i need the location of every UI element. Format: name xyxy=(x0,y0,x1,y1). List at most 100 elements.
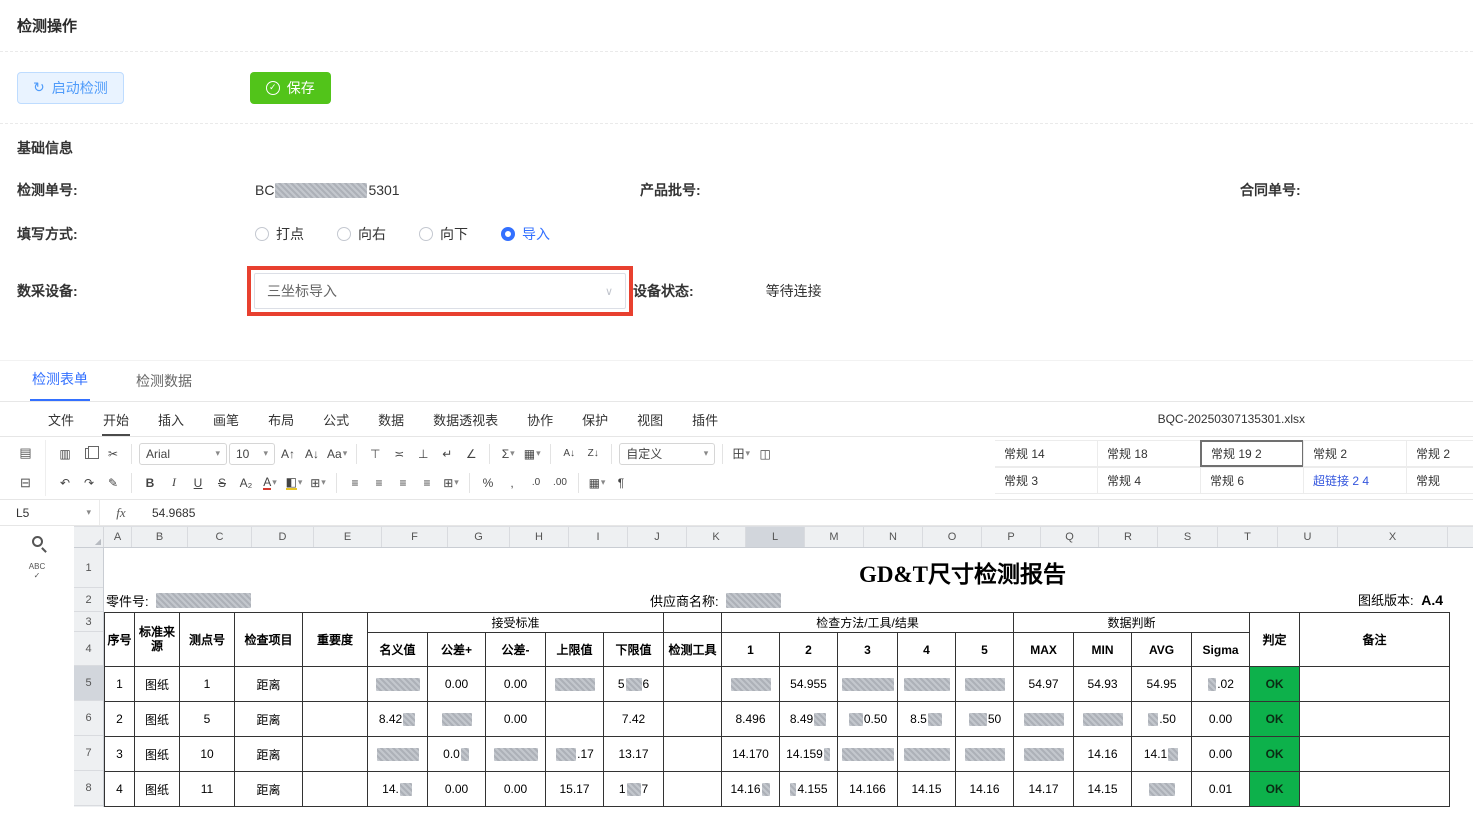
align-right-icon[interactable]: ≡ xyxy=(392,472,414,494)
radio-向右[interactable]: 向右 xyxy=(337,224,386,244)
menu-item-开始[interactable]: 开始 xyxy=(102,403,131,436)
column-header-D[interactable]: D xyxy=(252,527,314,547)
cell[interactable]: 17 xyxy=(603,771,664,807)
cell[interactable]: 8.5 xyxy=(897,701,956,737)
column-header-J[interactable]: J xyxy=(628,527,687,547)
cell[interactable] xyxy=(1299,771,1451,807)
cell[interactable]: 7.42 xyxy=(603,701,664,737)
font-size-select[interactable]: 10 ▾ xyxy=(229,442,275,465)
header-cell[interactable]: 序号 xyxy=(104,612,135,667)
row-header-2[interactable]: 2 xyxy=(74,588,103,612)
cell[interactable]: 4.155 xyxy=(779,771,838,807)
header-group-judge[interactable]: 数据判断 xyxy=(1013,612,1251,633)
table-style-icon[interactable]: ▦ ▾ xyxy=(586,472,608,494)
cell[interactable]: 14.16 xyxy=(1073,736,1133,772)
cell[interactable]: 0.00 xyxy=(427,771,486,807)
sort-desc-icon[interactable]: Z↓ xyxy=(582,443,604,465)
menu-item-插入[interactable]: 插入 xyxy=(157,403,185,436)
borders-icon[interactable]: ⊞ ▾ xyxy=(307,472,329,494)
header-cell[interactable]: Sigma xyxy=(1191,632,1251,667)
radio-向下[interactable]: 向下 xyxy=(419,224,468,244)
font-color-icon[interactable]: A ▾ xyxy=(259,472,281,494)
cell[interactable]: 54.93 xyxy=(1073,666,1133,702)
cell[interactable] xyxy=(663,736,722,772)
header-cell[interactable]: 检查项目 xyxy=(234,612,303,667)
row-header-8[interactable]: 8 xyxy=(74,771,103,806)
cell[interactable]: 14.15 xyxy=(1073,771,1133,807)
align-center-icon[interactable]: ≡ xyxy=(368,472,390,494)
menu-item-视图[interactable]: 视图 xyxy=(636,403,664,436)
cell[interactable] xyxy=(721,666,780,702)
cell[interactable]: 距离 xyxy=(234,736,303,772)
menu-item-协作[interactable]: 协作 xyxy=(526,403,554,436)
radio-导入[interactable]: 导入 xyxy=(501,224,550,244)
format-painter-icon[interactable]: ✎ xyxy=(102,472,124,494)
header-cell[interactable]: 名义值 xyxy=(367,632,428,667)
header-cell[interactable]: 5 xyxy=(954,632,1015,667)
start-detection-button[interactable]: ↻ 启动检测 xyxy=(17,71,124,104)
save-button[interactable]: ✓ 保存 xyxy=(249,71,331,104)
column-header-T[interactable]: T xyxy=(1218,527,1278,547)
print-icon[interactable]: ⊟ xyxy=(15,472,37,494)
column-header-S[interactable]: S xyxy=(1158,527,1218,547)
cell[interactable] xyxy=(837,736,898,772)
copy-icon[interactable] xyxy=(78,443,100,465)
cell[interactable]: .50 xyxy=(1131,701,1193,737)
cell[interactable]: 4 xyxy=(104,771,135,807)
cell[interactable] xyxy=(427,701,486,737)
cell[interactable]: 0.0 xyxy=(427,736,486,772)
menu-item-插件[interactable]: 插件 xyxy=(691,403,719,436)
font-bigger-icon[interactable]: A↑ xyxy=(277,443,299,465)
cell[interactable]: 50 xyxy=(954,701,1015,737)
italic-icon[interactable]: I xyxy=(163,472,185,494)
search-icon[interactable] xyxy=(31,536,43,547)
column-header-E[interactable]: E xyxy=(314,527,382,547)
cell[interactable]: 15.17 xyxy=(545,771,604,807)
menu-item-保护[interactable]: 保护 xyxy=(581,403,609,436)
style-cell[interactable]: 常规 6 xyxy=(1200,467,1304,494)
row-header-7[interactable]: 7 xyxy=(74,736,103,771)
cell[interactable] xyxy=(1013,736,1075,772)
column-header-K[interactable]: K xyxy=(687,527,746,547)
increase-decimal-icon[interactable]: .00 xyxy=(549,472,571,494)
cell[interactable] xyxy=(897,736,956,772)
header-cell[interactable]: 公差+ xyxy=(427,632,486,667)
cell[interactable] xyxy=(954,736,1015,772)
column-header-U[interactable]: U xyxy=(1278,527,1338,547)
cell[interactable]: 距离 xyxy=(234,666,303,702)
cell[interactable] xyxy=(837,666,898,702)
cell[interactable]: 8.42 xyxy=(367,701,428,737)
header-cell[interactable]: MAX xyxy=(1013,632,1075,667)
header-cell[interactable]: 检测工具 xyxy=(663,632,722,667)
row-header-4[interactable]: 4 xyxy=(74,632,103,666)
decrease-decimal-icon[interactable]: .0 xyxy=(525,472,547,494)
paste-icon[interactable]: ▥ xyxy=(54,443,76,465)
number-format-select[interactable]: 自定义 ▾ xyxy=(619,442,716,465)
wrap-text-icon[interactable]: ↵ xyxy=(436,443,458,465)
cell[interactable]: 0.00 xyxy=(1191,701,1251,737)
row-header-5[interactable]: 5 xyxy=(74,666,103,701)
cell[interactable]: 图纸 xyxy=(134,701,180,737)
column-header-P[interactable]: P xyxy=(982,527,1041,547)
cell[interactable] xyxy=(1299,666,1451,702)
change-case-icon[interactable]: Aa ▾ xyxy=(325,443,349,465)
fill-color-icon[interactable]: ◧ ▾ xyxy=(283,472,305,494)
column-header-C[interactable]: C xyxy=(188,527,252,547)
radio-打点[interactable]: 打点 xyxy=(255,224,304,244)
sort-asc-icon[interactable]: A↓ xyxy=(558,443,580,465)
cell[interactable]: 8.496 xyxy=(721,701,780,737)
header-cell[interactable]: 测点号 xyxy=(179,612,235,667)
row-header-3[interactable]: 3 xyxy=(74,612,103,632)
cell[interactable]: OK xyxy=(1249,701,1301,737)
cell[interactable]: 8.49 xyxy=(779,701,838,737)
cell[interactable] xyxy=(897,666,956,702)
cell[interactable] xyxy=(1131,771,1193,807)
bold-icon[interactable]: B xyxy=(139,472,161,494)
cell[interactable] xyxy=(302,736,368,772)
redo-icon[interactable]: ↷ xyxy=(78,472,100,494)
header-cell[interactable]: 下限值 xyxy=(603,632,664,667)
cell-name-box[interactable]: L5 ▾ xyxy=(0,500,100,525)
column-header-L[interactable]: L xyxy=(746,527,805,547)
subscript-icon[interactable]: A₂ xyxy=(235,472,257,494)
cell[interactable] xyxy=(663,666,722,702)
